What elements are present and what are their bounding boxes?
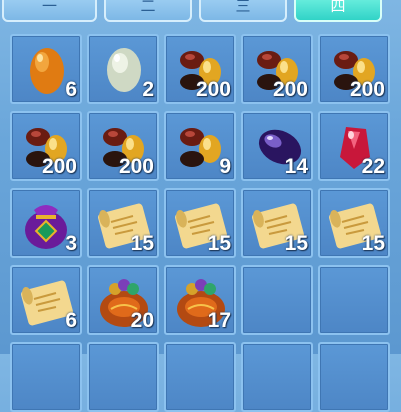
inventory-slot[interactable]: 200 [241, 34, 313, 104]
tab-1-label: 一 [41, 0, 57, 15]
item-count: 6 [65, 309, 77, 332]
inventory-slot[interactable]: 3 [10, 188, 82, 258]
item-count: 15 [130, 232, 154, 255]
inventory-slot[interactable]: 9 [164, 111, 236, 181]
inventory-slot[interactable]: 15 [87, 188, 159, 258]
item-count: 6 [65, 78, 77, 101]
inventory-slot[interactable]: 20 [87, 265, 159, 335]
inventory-grid: 6 2 200 200 200 200 200 9 14 22 3 15 15 … [0, 26, 401, 412]
item-count: 200 [349, 78, 385, 101]
item-count: 2 [142, 78, 154, 101]
inventory-slot[interactable]: 200 [10, 111, 82, 181]
tab-1[interactable]: 一 [2, 0, 97, 22]
item-count: 200 [41, 155, 77, 178]
item-count: 200 [272, 78, 308, 101]
inventory-slot[interactable]: 15 [318, 188, 390, 258]
inventory-slot[interactable]: 200 [318, 34, 390, 104]
item-count: 15 [361, 232, 385, 255]
inventory-slot[interactable]: 2 [87, 34, 159, 104]
inventory-slot[interactable]: 14 [241, 111, 313, 181]
item-count: 20 [130, 309, 154, 332]
empty-slot[interactable] [318, 342, 390, 412]
item-count: 9 [219, 155, 231, 178]
inventory-slot[interactable]: 6 [10, 34, 82, 104]
inventory-slot[interactable]: 22 [318, 111, 390, 181]
tab-4[interactable]: 四 [294, 0, 382, 22]
item-count: 200 [118, 155, 154, 178]
empty-slot[interactable] [87, 342, 159, 412]
item-count: 22 [361, 155, 385, 178]
tab-2-label: 二 [140, 0, 156, 15]
inventory-slot[interactable]: 15 [241, 188, 313, 258]
inventory-slot[interactable]: 6 [10, 265, 82, 335]
tab-3-label: 三 [235, 0, 251, 15]
item-count: 15 [284, 232, 308, 255]
empty-slot[interactable] [318, 265, 390, 335]
item-count: 200 [195, 78, 231, 101]
tab-3[interactable]: 三 [199, 0, 287, 22]
tab-bar: 一 二 三 四 [0, 0, 401, 26]
tab-2[interactable]: 二 [104, 0, 192, 22]
empty-slot[interactable] [241, 265, 313, 335]
empty-slot[interactable] [10, 342, 82, 412]
inventory-slot[interactable]: 17 [164, 265, 236, 335]
inventory-slot[interactable]: 200 [164, 34, 236, 104]
item-count: 15 [207, 232, 231, 255]
empty-slot[interactable] [164, 342, 236, 412]
item-count: 17 [207, 309, 231, 332]
tab-4-label: 四 [330, 0, 346, 15]
inventory-slot[interactable]: 15 [164, 188, 236, 258]
item-count: 14 [284, 155, 308, 178]
empty-slot[interactable] [241, 342, 313, 412]
item-count: 3 [65, 232, 77, 255]
inventory-slot[interactable]: 200 [87, 111, 159, 181]
